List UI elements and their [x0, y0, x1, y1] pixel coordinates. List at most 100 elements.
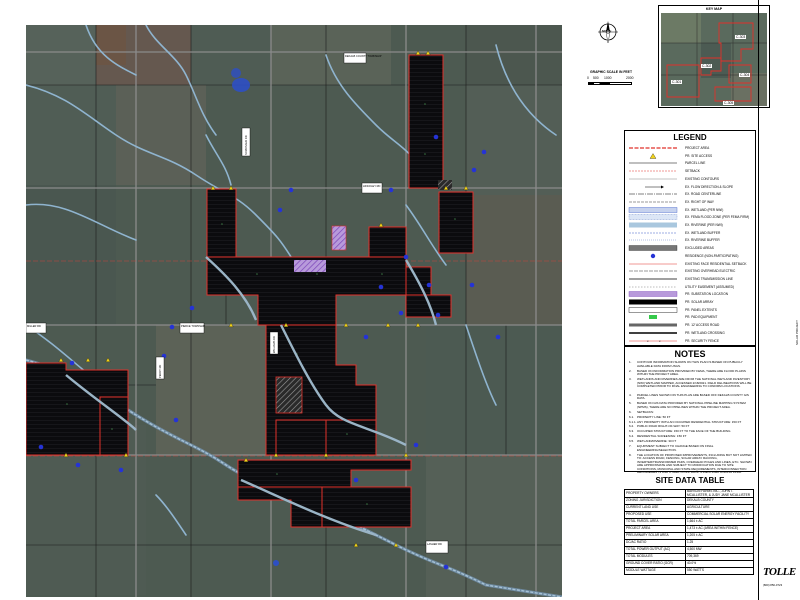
- legend-item-label: EX. WETLAND BUFFER: [685, 230, 721, 235]
- site-data-value: COMMERCIAL SOLAR ENERGY FACILITY: [685, 511, 754, 520]
- site-data-key: PROPOSED USE: [624, 511, 686, 520]
- substation-location-1: [331, 225, 347, 251]
- logo-text: TOLLE: [763, 566, 796, 578]
- graphic-scale-tick-1000: 1000: [604, 76, 612, 80]
- note-text: EQUIPMENT SUBJECT TO CHANGE BASED ON FIN…: [637, 444, 714, 452]
- road-label-box: SOMONAUK RD: [241, 127, 251, 157]
- site-data-key: PROJECT AREA: [624, 525, 686, 534]
- road-label: DEKALB COUNTY TOWNSHIP: [345, 54, 382, 58]
- legend-item-label: PR. WETLAND CROSSING: [685, 330, 725, 335]
- residence-marker: [69, 360, 75, 366]
- site-data-value: 4,500 MW: [685, 546, 754, 555]
- legend-item-label: EX. RIVERINE (PER NWI): [685, 223, 723, 227]
- site-data-table-grid: PROPERTY OWNERS BARSON FARMS INC., JOHN T…: [624, 488, 754, 576]
- legend-symbol-icon: [629, 163, 677, 164]
- key-map: KEY MAP C-303 C-302 C-304 C-301 C-305: [658, 5, 770, 108]
- legend-symbol-icon: [645, 185, 664, 188]
- residence-marker: [469, 282, 475, 288]
- legend-item-label: UTILITY EASEMENT (ASSUMED): [685, 284, 734, 289]
- road-label-box: LASHER RD: [425, 540, 449, 554]
- legend-item: x x PR. SECURITY FENCE: [627, 337, 755, 345]
- site-data-row: TOTAL MODULES 709,369: [624, 553, 754, 562]
- site-data-row: MODULE WATTAGE 550 WATTS: [624, 567, 754, 576]
- site-data-key: MODULE WATTAGE: [624, 567, 686, 576]
- site-data-row: GROUND COVER RATIO (GCR) 40.0%: [624, 560, 754, 569]
- site-data-value: BARSON FARMS INC., JOHN T. MCALLISTER, &…: [685, 488, 754, 499]
- title-block: SOLAR PROJECT TOLLE (800) 850-0723: [758, 0, 800, 600]
- site-data-key: CURRENT LAND USE: [624, 504, 686, 513]
- residence-marker: [398, 310, 404, 316]
- residence-marker: [353, 477, 359, 483]
- legend-symbol-icon: [628, 206, 678, 213]
- solar-array-block: [325, 419, 377, 456]
- key-map-label-c303: C-303: [735, 35, 747, 39]
- note-number: 6.1.: [629, 414, 635, 419]
- note-text: SETBACKS:: [637, 409, 654, 414]
- legend-item-label: EXISTING OVERHEAD ELECTRIC: [685, 269, 736, 274]
- legend-item-label: EX. FLOW DIRECTION & SLOPE: [685, 184, 734, 189]
- legend-symbol-icon: [629, 332, 677, 334]
- site-data-row: TOTAL POWER OUTPUT (AC) 4,500 MW: [624, 546, 754, 555]
- north-arrow-label: NORTH: [602, 30, 612, 33]
- site-data-key: ZONING JURISDICTION: [624, 497, 686, 506]
- residence-marker: [288, 187, 294, 193]
- site-data-value: 40.0%: [685, 560, 754, 569]
- legend-symbol-icon: [629, 323, 677, 327]
- road-label: PIERCE TOWNSHIP: [181, 324, 206, 328]
- road-label-box: MILLER RD: [26, 322, 47, 334]
- key-map-title: KEY MAP: [705, 7, 723, 11]
- legend-item-label: SETBACK: [685, 169, 700, 174]
- note-item: 7. EQUIPMENT SUBJECT TO CHANGE BASED ON F…: [629, 444, 753, 452]
- residence-marker: [75, 462, 81, 468]
- note-text: BASED ON INFORMATION PROVIDED BY FEMA, T…: [637, 368, 746, 377]
- key-map-image: [661, 13, 767, 106]
- legend-item-label: EX. ROAD CENTERLINE: [685, 192, 722, 197]
- residence-marker: [495, 334, 501, 340]
- legend-item-label: PR. PANEL EXTENTS: [685, 307, 717, 312]
- legend-symbol-icon: [629, 178, 677, 180]
- legend-symbol-icon: [629, 201, 677, 203]
- road-label-box: WILLIAMS RD: [269, 331, 279, 355]
- site-data-key: TOTAL PARCEL AREA: [624, 518, 686, 527]
- road-label: SOMONAUK RD: [244, 135, 248, 155]
- note-number: 6.: [629, 409, 632, 414]
- road-label: WILLIAMS RD: [272, 336, 276, 353]
- residence-marker: [481, 149, 487, 155]
- note-number: 4.: [629, 392, 632, 397]
- legend-item-label: PR. 12' ACCESS ROAD: [685, 323, 720, 328]
- legend-item-label: EX. RIGHT OF WAY: [685, 199, 714, 204]
- road-label: LASHER RD: [427, 542, 442, 546]
- legend-symbol-icon: [649, 152, 657, 159]
- site-data-key: DC/AC RATIO: [624, 539, 686, 548]
- legend-item-label: EX. FEMA FLOOD ZONE (PER FEMA FIRM): [685, 215, 750, 220]
- legend-item-label: EXISTING FACE RESIDENTIAL SETBACK: [685, 261, 747, 266]
- legend-symbol-icon: [649, 315, 657, 320]
- key-map-label-c301: C-301: [671, 80, 683, 84]
- legend-symbol-icon: [629, 286, 677, 287]
- legend-item-label: EX. WETLAND (PER NWI): [685, 207, 724, 212]
- solar-array-block: [368, 226, 407, 258]
- legend-symbol-icon: [628, 214, 678, 220]
- note-number: 1.: [629, 360, 632, 364]
- legend-symbol-icon: xx: [629, 339, 677, 343]
- graphic-scale-tick-2000: 2000: [626, 76, 634, 80]
- residence-marker: [471, 167, 477, 173]
- excluded-area: [275, 376, 303, 414]
- legend-symbol-icon: [650, 253, 656, 258]
- legend-item-label: PROJECT AREA: [685, 146, 710, 150]
- solar-array-block: [275, 419, 327, 456]
- note-item: 5. BASED ON GIS DATA PROVIDED BY NATIONAL…: [629, 401, 753, 409]
- legend-symbol-icon: [629, 270, 677, 272]
- residence-marker: [433, 134, 439, 140]
- key-map-label-c305: C-305: [723, 101, 735, 105]
- note-item: 1. CONTOUR INFORMATION SHOWN ON THIS PLAN…: [629, 360, 753, 368]
- road-label-box: PERRY RD: [155, 356, 165, 380]
- residence-marker: [403, 254, 409, 260]
- site-data-table-title: SITE DATA TABLE: [655, 476, 725, 485]
- site-data-row: ZONING JURISDICTION DEKALB COUNTY: [624, 497, 754, 506]
- legend-item-label: PR. SUBSTATION LOCATION: [685, 292, 729, 297]
- site-data-row: PROPERTY OWNERS BARSON FARMS INC., JOHN T…: [624, 488, 754, 499]
- site-map[interactable]: CCCCCCCCCCCCC DEKALB COUNTY TOWNSHIP PIER…: [26, 25, 562, 597]
- residence-marker: [169, 324, 175, 330]
- legend-symbol-icon: [628, 245, 678, 251]
